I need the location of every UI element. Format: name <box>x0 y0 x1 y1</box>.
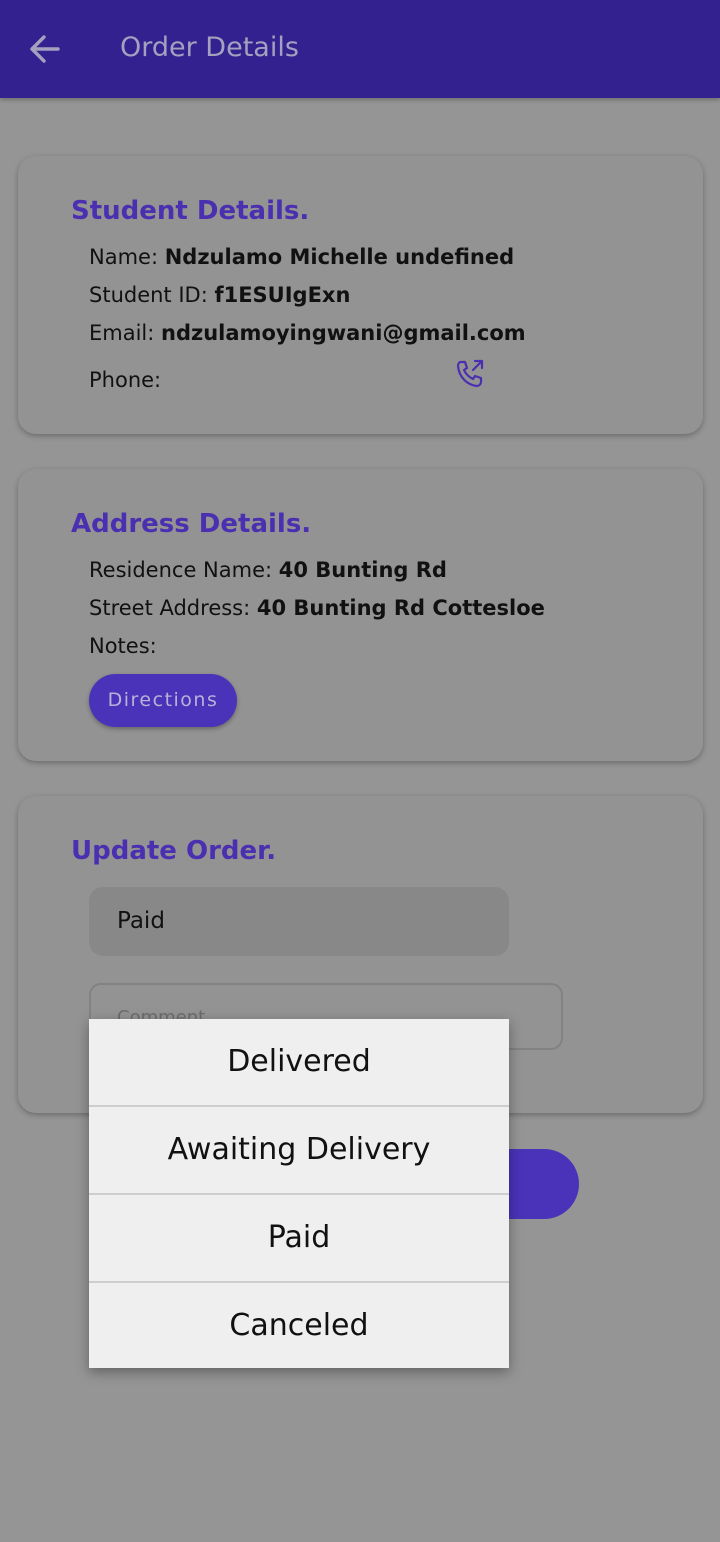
address-details-title: Address Details. <box>71 509 312 539</box>
notes-label: Notes: <box>89 634 157 658</box>
residence-value: 40 Bunting Rd <box>278 558 447 582</box>
back-button[interactable] <box>22 26 68 72</box>
street-value: 40 Bunting Rd Cottesloe <box>256 596 545 620</box>
update-order-title: Update Order. <box>71 836 277 866</box>
address-details-card: Address Details. Residence Name: 40 Bunt… <box>18 469 703 761</box>
status-dropdown-menu: Delivered Awaiting Delivery Paid Cancele… <box>89 1019 509 1368</box>
email-label: Email: <box>89 321 155 345</box>
student-id-row: Student ID: f1ESUIgExn <box>89 283 350 307</box>
order-status-value: Paid <box>117 908 165 934</box>
phone-outgoing-icon <box>456 359 484 388</box>
notes-row: Notes: <box>89 634 157 658</box>
student-id-value: f1ESUIgExn <box>214 283 351 307</box>
dropdown-option-paid[interactable]: Paid <box>89 1195 509 1283</box>
email-row: Email: ndzulamoyingwani@gmail.com <box>89 321 526 345</box>
email-value: ndzulamoyingwani@gmail.com <box>161 321 526 345</box>
arrow-left-icon <box>30 35 60 63</box>
directions-button[interactable]: Directions <box>89 674 237 727</box>
dropdown-option-awaiting-delivery[interactable]: Awaiting Delivery <box>89 1107 509 1195</box>
page-title: Order Details <box>120 32 299 63</box>
order-status-select[interactable]: Paid <box>89 887 509 956</box>
student-id-label: Student ID: <box>89 283 208 307</box>
street-label: Street Address: <box>89 596 251 620</box>
name-label: Name: <box>89 245 159 269</box>
name-value: Ndzulamo Michelle undefined <box>164 245 515 269</box>
student-details-card: Student Details. Name: Ndzulamo Michelle… <box>18 156 703 434</box>
street-row: Street Address: 40 Bunting Rd Cottesloe <box>89 596 545 620</box>
residence-row: Residence Name: 40 Bunting Rd <box>89 558 447 582</box>
call-button[interactable] <box>454 358 486 390</box>
dropdown-option-delivered[interactable]: Delivered <box>89 1019 509 1107</box>
student-details-title: Student Details. <box>71 196 310 226</box>
residence-label: Residence Name: <box>89 558 273 582</box>
phone-label: Phone: <box>89 368 162 392</box>
student-name-row: Name: Ndzulamo Michelle undefined <box>89 245 514 269</box>
dropdown-option-canceled[interactable]: Canceled <box>89 1283 509 1369</box>
phone-row: Phone: <box>89 368 161 392</box>
app-bar: Order Details <box>0 0 720 98</box>
